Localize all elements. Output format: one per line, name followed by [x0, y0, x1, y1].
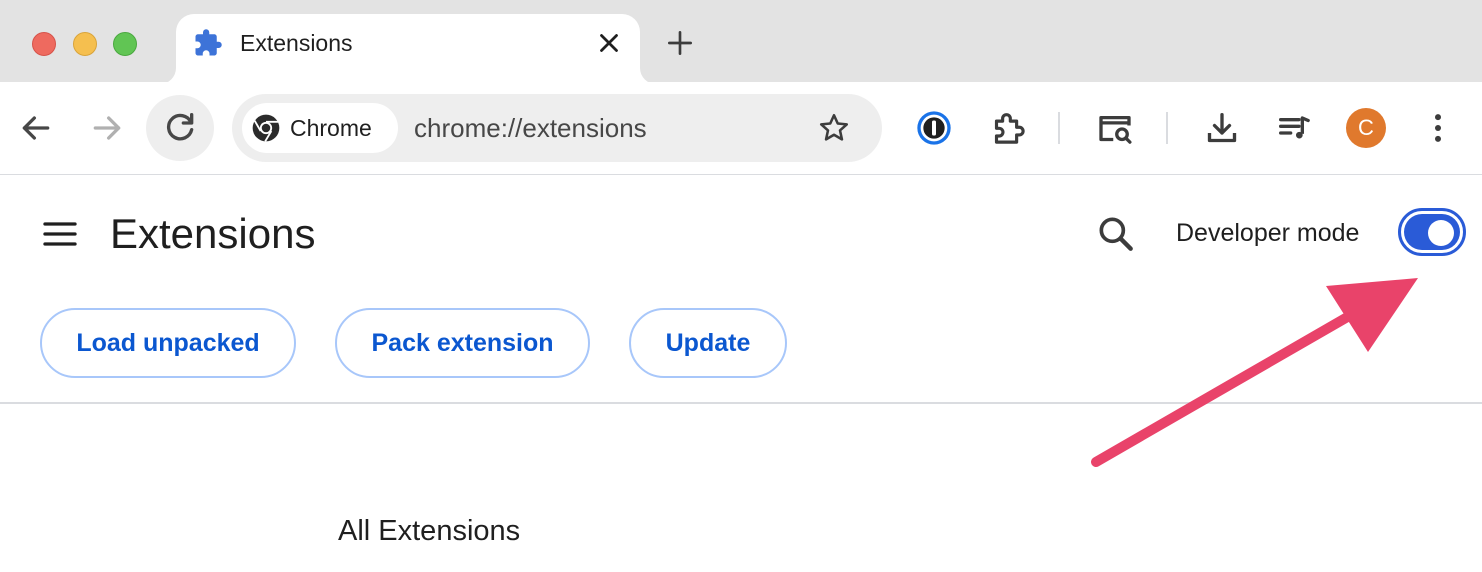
forward-arrow-icon[interactable]: [87, 108, 127, 148]
annotation-arrow: [1091, 278, 1418, 467]
extensions-puzzle-icon[interactable]: [986, 108, 1028, 150]
window-zoom-button[interactable]: [113, 32, 137, 56]
url-text[interactable]: chrome://extensions: [414, 110, 647, 146]
download-icon[interactable]: [1202, 108, 1242, 148]
page-title: Extensions: [110, 210, 316, 257]
pack-extension-button[interactable]: Pack extension: [335, 308, 590, 378]
more-menu-icon[interactable]: [1418, 108, 1458, 148]
toolbar-separator: [1058, 112, 1060, 144]
close-icon[interactable]: [594, 28, 624, 58]
search-icon[interactable]: [1094, 212, 1138, 256]
tab-extensions[interactable]: Extensions: [176, 14, 640, 84]
chrome-logo-icon: [252, 114, 280, 142]
toolbar-separator: [1166, 112, 1168, 144]
tab-title: Extensions: [240, 30, 353, 56]
window-close-button[interactable]: [32, 32, 56, 56]
load-unpacked-button[interactable]: Load unpacked: [40, 308, 296, 378]
window-minimize-button[interactable]: [73, 32, 97, 56]
developer-mode-label: Developer mode: [1176, 219, 1360, 247]
back-arrow-icon[interactable]: [16, 108, 56, 148]
reload-icon[interactable]: [160, 108, 200, 148]
developer-mode-toggle-knob[interactable]: [1428, 220, 1454, 246]
bookmark-star-icon[interactable]: [816, 110, 852, 146]
puzzle-icon: [195, 29, 222, 56]
hamburger-menu-icon[interactable]: [40, 214, 80, 254]
plus-icon[interactable]: [664, 27, 696, 59]
media-controls-icon[interactable]: [1274, 108, 1314, 148]
section-title: All Extensions: [338, 515, 521, 547]
update-button[interactable]: Update: [629, 308, 787, 378]
profile-avatar[interactable]: C: [1346, 108, 1386, 148]
search-tab-icon[interactable]: [1094, 108, 1136, 150]
password-manager-icon[interactable]: [914, 108, 954, 148]
site-chip-label: Chrome: [290, 115, 372, 141]
